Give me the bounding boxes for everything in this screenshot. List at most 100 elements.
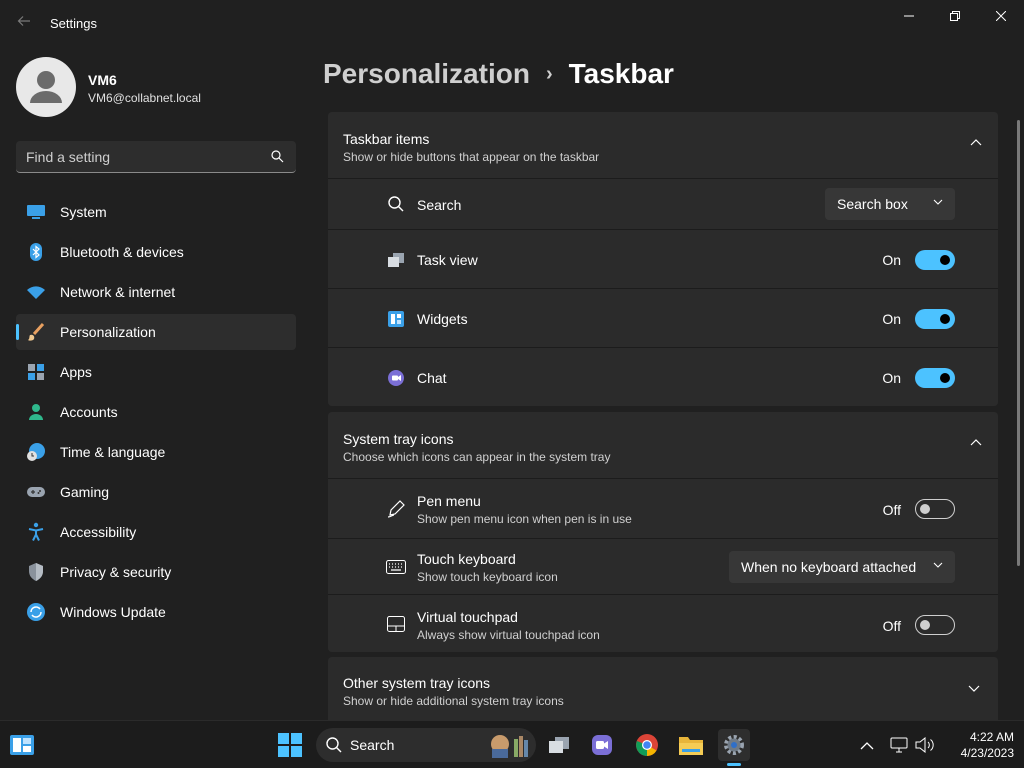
sidebar-item-accounts[interactable]: Accounts bbox=[16, 394, 296, 430]
touch-keyboard-dropdown[interactable]: When no keyboard attached bbox=[729, 551, 955, 583]
sidebar-item-label: Accounts bbox=[60, 404, 118, 420]
section-description: Show or hide buttons that appear on the … bbox=[343, 150, 600, 164]
search-mode-dropdown[interactable]: Search box bbox=[825, 188, 955, 220]
page-title: Taskbar bbox=[568, 58, 674, 89]
row-description: Always show virtual touchpad icon bbox=[417, 628, 600, 642]
row-description: Show touch keyboard icon bbox=[417, 570, 558, 584]
user-silhouette-icon bbox=[30, 71, 62, 103]
section-title: Other system tray icons bbox=[343, 675, 491, 691]
apps-icon bbox=[26, 362, 46, 382]
sidebar-item-label: Network & internet bbox=[60, 284, 176, 300]
sidebar-item-apps[interactable]: Apps bbox=[16, 354, 296, 390]
toggle-state-label: On bbox=[882, 370, 901, 386]
sidebar-item-label: Bluetooth & devices bbox=[60, 244, 184, 260]
globe-clock-icon bbox=[26, 442, 46, 462]
active-app-indicator bbox=[727, 763, 741, 766]
chat-icon bbox=[592, 735, 612, 755]
search-input[interactable] bbox=[26, 147, 266, 167]
clock-date: 4/23/2023 bbox=[960, 746, 1014, 760]
taskbar-items-header[interactable]: Taskbar items Show or hide buttons that … bbox=[328, 112, 998, 178]
sidebar-item-bluetooth[interactable]: Bluetooth & devices bbox=[16, 234, 296, 270]
update-icon bbox=[26, 602, 46, 622]
title-bar: Settings bbox=[0, 0, 1024, 48]
sidebar-item-personalization[interactable]: Personalization bbox=[16, 314, 296, 350]
toggle-state-label: On bbox=[882, 311, 901, 327]
pen-menu-row: Pen menu Show pen menu icon when pen is … bbox=[328, 478, 998, 538]
section-description: Choose which icons can appear in the sys… bbox=[343, 450, 611, 464]
sidebar-item-label: Gaming bbox=[60, 484, 110, 500]
sidebar-item-system[interactable]: System bbox=[16, 194, 296, 230]
minimize-button[interactable] bbox=[886, 0, 932, 32]
scrollbar[interactable] bbox=[1017, 120, 1020, 566]
windows-logo-icon bbox=[278, 733, 302, 757]
touchpad-icon bbox=[386, 614, 406, 634]
system-icon bbox=[26, 202, 46, 222]
virtual-touchpad-row: Virtual touchpad Always show virtual tou… bbox=[328, 594, 998, 652]
sidebar-item-label: Time & language bbox=[60, 444, 166, 460]
section-description: Show or hide additional system tray icon… bbox=[343, 694, 564, 708]
breadcrumb-parent[interactable]: Personalization bbox=[323, 58, 530, 90]
clock-time: 4:22 AM bbox=[969, 730, 1014, 744]
task-view-toggle[interactable] bbox=[915, 250, 955, 270]
sidebar-item-privacy-security[interactable]: Privacy & security bbox=[16, 554, 296, 590]
back-arrow-icon bbox=[17, 16, 30, 26]
system-tray-header[interactable]: System tray icons Choose which icons can… bbox=[328, 412, 998, 478]
bluetooth-icon bbox=[26, 242, 46, 262]
sidebar-item-windows-update[interactable]: Windows Update bbox=[16, 594, 296, 630]
chat-toggle[interactable] bbox=[915, 368, 955, 388]
file-explorer-taskbar-button[interactable] bbox=[675, 729, 707, 761]
section-title: System tray icons bbox=[343, 431, 454, 447]
back-button[interactable] bbox=[12, 12, 36, 36]
virtual-touchpad-toggle[interactable] bbox=[915, 615, 955, 635]
widgets-taskbar-button[interactable] bbox=[6, 729, 38, 761]
toggle-state-label: Off bbox=[882, 502, 901, 518]
widgets-row: Widgets On bbox=[328, 288, 998, 347]
chevron-down-icon bbox=[933, 199, 943, 205]
close-button[interactable] bbox=[978, 0, 1024, 32]
toggle-state-label: Off bbox=[882, 618, 901, 634]
taskbar: Search 4:22 AM 4/23/2023 bbox=[0, 720, 1024, 768]
clock[interactable]: 4:22 AM 4/23/2023 bbox=[944, 729, 1014, 761]
pen-menu-toggle[interactable] bbox=[915, 499, 955, 519]
volume-tray-button[interactable] bbox=[915, 721, 935, 768]
sidebar-item-gaming[interactable]: Gaming bbox=[16, 474, 296, 510]
search-row: Search Search box bbox=[328, 178, 998, 229]
restore-button[interactable] bbox=[932, 0, 978, 32]
accounts-icon bbox=[26, 402, 46, 422]
chevron-up-icon bbox=[860, 741, 874, 749]
taskbar-search[interactable]: Search bbox=[316, 728, 536, 762]
widgets-icon bbox=[10, 735, 34, 755]
avatar[interactable] bbox=[16, 57, 76, 117]
shield-icon bbox=[26, 562, 46, 582]
profile-name: VM6 bbox=[88, 72, 117, 88]
chrome-taskbar-button[interactable] bbox=[631, 729, 663, 761]
widgets-toggle[interactable] bbox=[915, 309, 955, 329]
touch-keyboard-row: Touch keyboard Show touch keyboard icon … bbox=[328, 538, 998, 594]
sidebar-nav: System Bluetooth & devices Network & int… bbox=[16, 194, 296, 634]
wifi-icon bbox=[26, 282, 46, 302]
sidebar-item-label: Windows Update bbox=[60, 604, 166, 620]
chat-taskbar-button[interactable] bbox=[586, 729, 618, 761]
row-label: Widgets bbox=[417, 311, 468, 327]
task-view-taskbar-button[interactable] bbox=[543, 729, 575, 761]
dropdown-value: When no keyboard attached bbox=[741, 559, 917, 575]
other-tray-section[interactable]: Other system tray icons Show or hide add… bbox=[328, 657, 998, 720]
start-button[interactable] bbox=[274, 729, 306, 761]
sidebar-item-accessibility[interactable]: Accessibility bbox=[16, 514, 296, 550]
settings-taskbar-button[interactable] bbox=[718, 729, 750, 761]
profile-email: VM6@collabnet.local bbox=[88, 91, 201, 105]
search-icon bbox=[271, 150, 284, 163]
sidebar-item-label: Accessibility bbox=[60, 524, 137, 540]
chevron-up-icon bbox=[970, 439, 982, 446]
network-icon bbox=[890, 737, 908, 753]
settings-search-box[interactable] bbox=[16, 141, 296, 173]
network-tray-button[interactable] bbox=[890, 721, 908, 768]
row-label: Virtual touchpad bbox=[417, 609, 518, 625]
sidebar-item-time-language[interactable]: Time & language bbox=[16, 434, 296, 470]
row-label: Pen menu bbox=[417, 493, 481, 509]
chevron-down-icon bbox=[933, 562, 943, 568]
sidebar-item-label: Personalization bbox=[60, 324, 156, 340]
sidebar-item-network[interactable]: Network & internet bbox=[16, 274, 296, 310]
tray-overflow-button[interactable] bbox=[860, 721, 874, 768]
system-tray-section: System tray icons Choose which icons can… bbox=[328, 412, 998, 652]
